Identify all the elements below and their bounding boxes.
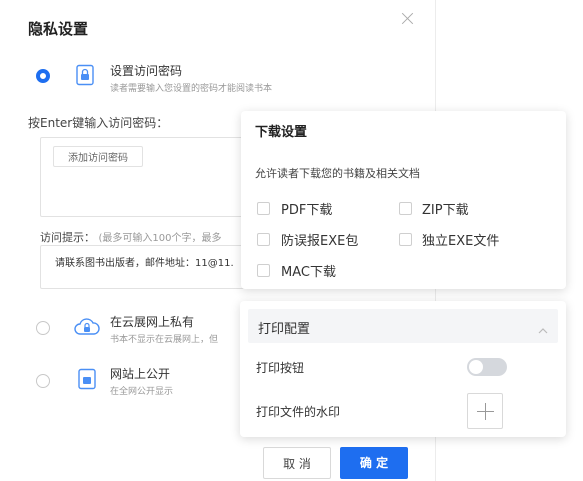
print-button-label: 打印按钮 bbox=[256, 361, 305, 375]
download-panel-desc: 允许读者下载您的书籍及相关文档 bbox=[255, 167, 420, 180]
watermark-label: 打印文件的水印 bbox=[256, 405, 341, 419]
checkbox-exe-standalone-label: 独立EXE文件 bbox=[422, 234, 500, 249]
checkbox-exe-standalone[interactable] bbox=[399, 233, 412, 246]
option-private-desc: 书本不显示在云展网上，但 bbox=[110, 335, 219, 345]
print-config-panel: 打印配置 打印按钮 打印文件的水印 bbox=[240, 301, 566, 437]
doc-icon bbox=[76, 368, 98, 390]
toggle-knob bbox=[469, 360, 483, 374]
lock-doc-icon bbox=[74, 64, 96, 86]
option-password-title: 设置访问密码 bbox=[110, 64, 183, 78]
stage: 隐私设置 设置访问密码 读者需要输入您设置的密码才能阅读书本 按Enter键输入… bbox=[0, 0, 583, 481]
radio-password[interactable] bbox=[36, 69, 50, 83]
hint-label-row: 访问提示： (最多可输入100个字，最多 bbox=[40, 229, 222, 245]
hint-label: 访问提示： bbox=[40, 231, 95, 244]
checkbox-pdf-label: PDF下载 bbox=[281, 203, 333, 218]
cancel-button[interactable]: 取 消 bbox=[263, 447, 331, 479]
checkbox-mac-label: MAC下载 bbox=[281, 265, 336, 280]
chevron-up-icon[interactable] bbox=[538, 321, 548, 334]
checkbox-mac[interactable] bbox=[257, 264, 270, 277]
cloud-lock-icon bbox=[73, 316, 101, 338]
download-panel-title: 下载设置 bbox=[255, 125, 308, 140]
hint-note: (最多可输入100个字，最多 bbox=[98, 233, 222, 244]
confirm-button[interactable]: 确 定 bbox=[340, 447, 408, 479]
password-label: 按Enter键输入访问密码： bbox=[28, 116, 169, 130]
checkbox-zip[interactable] bbox=[399, 202, 412, 215]
dialog-title: 隐私设置 bbox=[28, 20, 89, 38]
option-public-title: 网站上公开 bbox=[110, 367, 171, 381]
print-config-title: 打印配置 bbox=[258, 322, 311, 337]
checkbox-exe-safe-label: 防误报EXE包 bbox=[281, 234, 359, 249]
checkbox-pdf[interactable] bbox=[257, 202, 270, 215]
checkbox-exe-safe[interactable] bbox=[257, 233, 270, 246]
add-password-button[interactable]: 添加访问密码 bbox=[53, 146, 143, 167]
option-password-desc: 读者需要输入您设置的密码才能阅读书本 bbox=[110, 84, 273, 94]
download-settings-panel: 下载设置 允许读者下载您的书籍及相关文档 PDF下载 ZIP下载 防误报EXE包… bbox=[241, 111, 566, 289]
checkbox-zip-label: ZIP下载 bbox=[422, 203, 469, 218]
add-watermark-plus-icon[interactable] bbox=[467, 393, 503, 429]
option-public-desc: 在全网公开显示 bbox=[110, 387, 174, 397]
radio-private[interactable] bbox=[36, 321, 50, 335]
close-icon[interactable] bbox=[399, 10, 417, 28]
print-button-toggle[interactable] bbox=[467, 358, 507, 376]
option-private-title: 在云展网上私有 bbox=[110, 315, 195, 329]
hint-text: 请联系图书出版者，邮件地址：11@11. bbox=[55, 258, 234, 269]
radio-public[interactable] bbox=[36, 374, 50, 388]
print-config-header[interactable]: 打印配置 bbox=[248, 309, 558, 343]
